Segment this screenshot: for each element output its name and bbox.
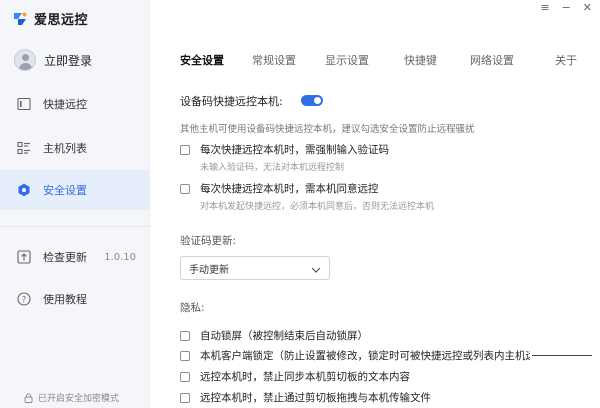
sidebar-item-label: 快捷远控 (43, 98, 87, 111)
login-label: 立即登录 (44, 53, 93, 68)
clipboard-file-checkbox[interactable] (180, 393, 190, 403)
sidebar-item-label: 检查更新 (43, 251, 87, 264)
privacy-label: 隐私: (180, 302, 205, 314)
client-lock-checkbox[interactable] (180, 351, 190, 361)
login-button[interactable]: 立即登录 (14, 49, 92, 71)
auto-lock-label: 自动锁屏（被控制结束后自动锁屏） (200, 330, 368, 342)
require-consent-checkbox[interactable] (180, 184, 190, 194)
device-code-desc: 其他主机可使用设备码快捷远控本机，建议勾选安全设置防止远程骚扰 (180, 124, 475, 135)
secure-note-label: 已开启安全加密模式 (38, 394, 120, 404)
tab-display[interactable]: 显示设置 (325, 52, 369, 68)
sidebar: 爱思远控 立即登录 快捷远控 主机列表 安全设置 检查更新 1.0.10 ? 使… (0, 0, 150, 408)
menu-icon[interactable]: ≡ (540, 2, 549, 14)
close-icon[interactable]: ✕ (583, 2, 592, 14)
app-name: 爱思远控 (34, 13, 89, 28)
tab-about[interactable]: 关于 (555, 52, 577, 68)
auto-lock-checkbox[interactable] (180, 331, 190, 341)
chevron-down-icon (311, 264, 321, 277)
force-code-desc: 未输入验证码，无法对本机远程控制 (200, 163, 345, 173)
clipboard-file-label: 远控本机时，禁止通过剪切板拖拽与本机传输文件 (200, 392, 431, 404)
code-update-select[interactable]: 手动更新 (180, 256, 330, 280)
sidebar-item-tutorial[interactable]: ? 使用教程 (0, 279, 150, 319)
clipboard-text-label: 远控本机时，禁止同步本机剪切板的文本内容 (200, 371, 410, 383)
monitor-icon (16, 96, 32, 112)
tab-network[interactable]: 网络设置 (470, 52, 514, 68)
list-icon (16, 140, 32, 156)
brand: 爱思远控 (12, 9, 88, 28)
sidebar-item-host-list[interactable]: 主机列表 (0, 128, 150, 168)
sidebar-item-security[interactable]: 安全设置 (0, 170, 150, 210)
avatar (14, 49, 36, 71)
lock-icon (24, 392, 33, 403)
sidebar-item-label: 安全设置 (43, 184, 87, 197)
version-label: 1.0.10 (104, 251, 136, 263)
minimize-icon[interactable]: − (562, 2, 571, 14)
sidebar-item-quick-remote[interactable]: 快捷远控 (0, 84, 150, 124)
tab-security[interactable]: 安全设置 (180, 52, 224, 68)
app-logo-icon (12, 11, 28, 27)
require-consent-desc: 对本机发起快捷远控，必须本机同意后，否则无法远控本机 (200, 202, 435, 212)
clipboard-text-checkbox[interactable] (180, 372, 190, 382)
device-code-label: 设备码快捷远控本机: (180, 95, 283, 108)
tab-general[interactable]: 常规设置 (252, 52, 296, 68)
window-controls: ≡ − ✕ (540, 2, 592, 14)
code-update-label: 验证码更新: (180, 235, 237, 247)
shield-icon (16, 182, 32, 198)
sidebar-divider (0, 226, 150, 227)
upload-icon (16, 249, 32, 265)
sidebar-item-label: 使用教程 (43, 293, 87, 306)
help-icon: ? (16, 291, 32, 307)
divider-line (532, 355, 592, 356)
force-code-checkbox[interactable] (180, 145, 190, 155)
sidebar-item-label: 主机列表 (43, 142, 87, 155)
sidebar-item-check-update[interactable]: 检查更新 1.0.10 (0, 237, 150, 277)
client-lock-label: 本机客户端锁定（防止设置被修改，锁定时可被快捷远控或列表内主机远控） (200, 350, 530, 362)
tab-hotkeys[interactable]: 快捷键 (404, 52, 437, 68)
device-code-toggle[interactable] (301, 95, 323, 106)
force-code-label: 每次快捷远控本机时，需强制输入验证码 (200, 144, 389, 156)
require-consent-label: 每次快捷远控本机时，需本机同意远控 (200, 183, 379, 195)
svg-text:?: ? (22, 295, 26, 304)
secure-mode-note: 已开启安全加密模式 (24, 391, 119, 404)
code-update-value: 手动更新 (189, 264, 229, 276)
